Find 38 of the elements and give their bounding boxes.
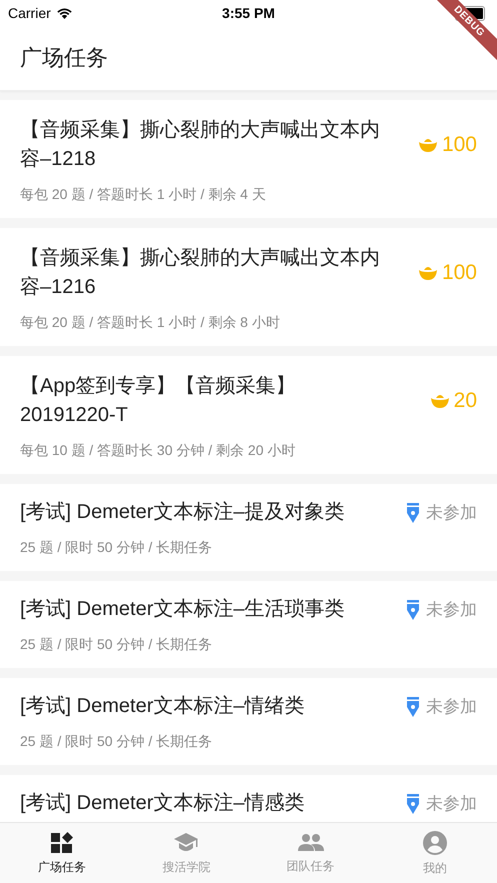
tab-item[interactable]: 搜活学院 (124, 823, 248, 883)
participation-status: 未参加 (426, 502, 477, 524)
pen-nib-icon (406, 600, 420, 620)
tab-item[interactable]: 广场任务 (0, 823, 124, 883)
clock-time: 3:55 PM (221, 5, 276, 21)
reward-amount: 100 (442, 261, 477, 285)
task-title: [考试] Demeter文本标注–生活琐事类 (20, 597, 346, 622)
page-title: 广场任务 (20, 44, 108, 72)
task-details: 25 题 / 限时 50 分钟 / 长期任务 (20, 636, 214, 654)
task-title: 【App签到专享】【音频采集】20191220-T (20, 374, 297, 428)
task-details: 25 题 / 限时 50 分钟 / 长期任务 (20, 539, 214, 557)
task-title: [考试] Demeter文本标注–提及对象类 (20, 500, 346, 525)
task-details: 每包 20 题 / 答题时长 1 小时 / 剩余 8 小时 (20, 314, 281, 332)
task-title: [考试] Demeter文本标注–情绪类 (20, 694, 306, 719)
ingot-icon (430, 393, 450, 409)
pen-nib-icon (406, 794, 420, 814)
reward-amount: 100 (442, 133, 477, 157)
ingot-icon (418, 137, 438, 153)
participation-status: 未参加 (426, 599, 477, 621)
people-icon (296, 832, 325, 854)
participation-status: 未参加 (426, 793, 477, 815)
ingot-icon (418, 265, 438, 281)
grid-icon (50, 830, 74, 854)
participation-status: 未参加 (426, 696, 477, 718)
task-details: 25 题 / 限时 50 分钟 / 长期任务 (20, 733, 214, 751)
task-title: 【音频采集】撕心裂肺的大声喊出文本内容–1216 (20, 246, 381, 300)
task-details: 每包 10 题 / 答题时长 30 分钟 / 剩余 20 小时 (20, 442, 296, 460)
wifi-icon (56, 7, 73, 19)
account-icon (422, 830, 448, 856)
pen-nib-icon (406, 696, 420, 716)
tab-item[interactable]: 团队任务 (248, 823, 373, 883)
task-title: 【音频采集】撕心裂肺的大声喊出文本内容–1218 (20, 118, 381, 172)
reward-amount: 20 (454, 389, 477, 413)
pen-nib-icon (406, 502, 420, 522)
task-details: 每包 20 题 / 答题时长 1 小时 / 剩余 4 天 (20, 186, 267, 204)
carrier-name: Carrier (8, 5, 51, 21)
tab-item[interactable]: 我的 (372, 823, 497, 883)
task-title: [考试] Demeter文本标注–情感类 (20, 791, 306, 816)
